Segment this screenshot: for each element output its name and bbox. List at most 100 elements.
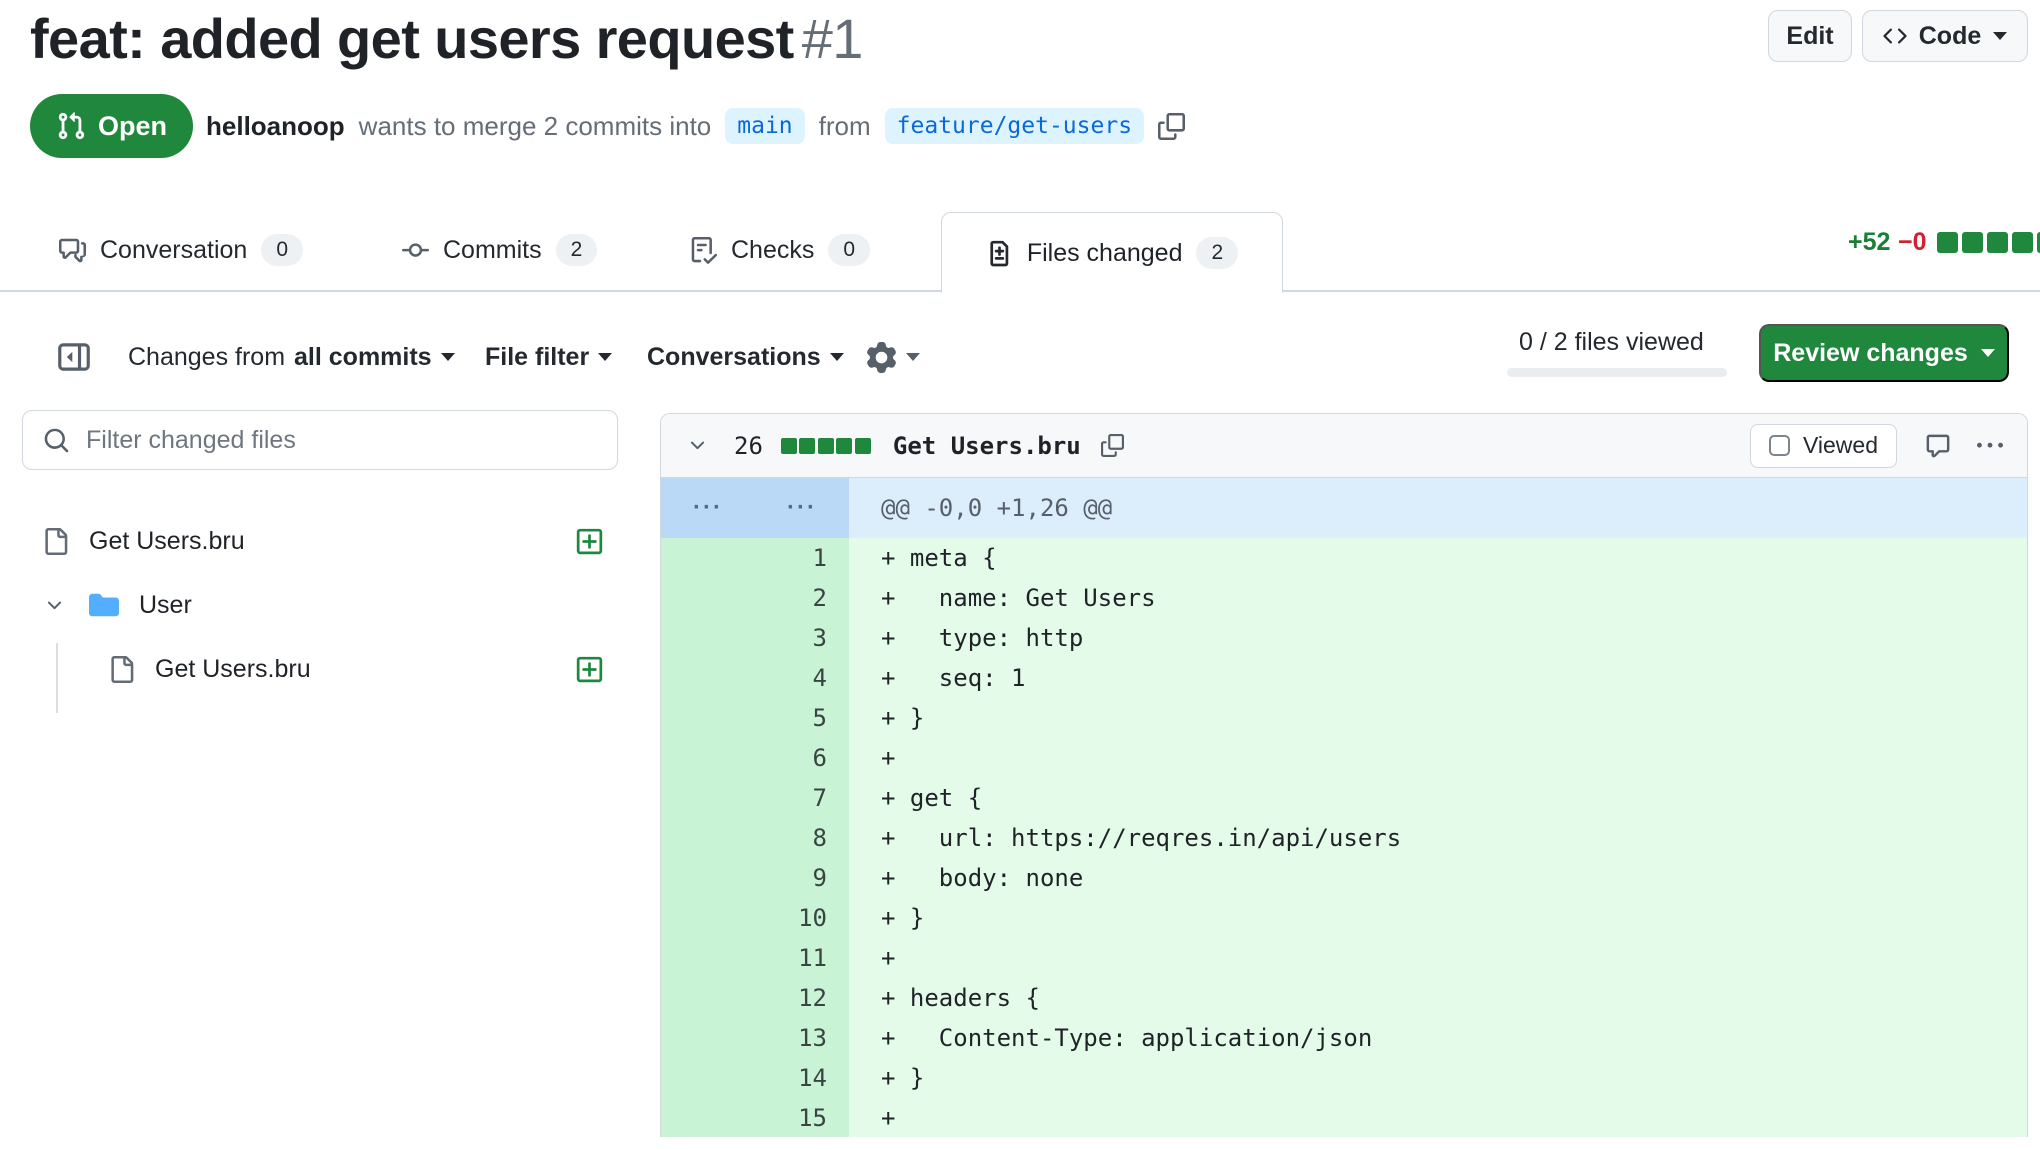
edit-button[interactable]: Edit — [1768, 10, 1852, 62]
chevron-down-icon — [1993, 32, 2007, 40]
diff-added-icon — [575, 655, 604, 684]
tab-commits[interactable]: Commits 2 — [402, 222, 597, 278]
diff-line[interactable]: 4+ seq: 1 — [661, 658, 2027, 698]
diff-line-number[interactable]: 3 — [661, 618, 849, 658]
merge-text: wants to merge 2 commits into — [359, 111, 712, 142]
diff-line[interactable]: 13+ Content-Type: application/json — [661, 1018, 2027, 1058]
diff-line[interactable]: 11+ — [661, 938, 2027, 978]
diff-line-number[interactable]: 5 — [661, 698, 849, 738]
hunk-range-text: @@ -0,0 +1,26 @@ — [849, 478, 2027, 538]
hunk-gutter: ··· ··· — [661, 478, 849, 538]
diff-filename[interactable]: Get Users.bru — [893, 432, 1081, 460]
diffstat-deletions: −0 — [1898, 228, 1927, 257]
tab-conversation[interactable]: Conversation 0 — [59, 222, 303, 278]
diff-line[interactable]: 3+ type: http — [661, 618, 2027, 658]
diff-line[interactable]: 9+ body: none — [661, 858, 2027, 898]
tree-item-folder[interactable]: User — [30, 581, 610, 629]
diff-line[interactable]: 15+ — [661, 1098, 2027, 1137]
diff-line-number[interactable]: 6 — [661, 738, 849, 778]
pr-title-text: feat: added get users request — [30, 7, 794, 70]
files-viewed-progressbar — [1507, 368, 1727, 377]
code-button-label: Code — [1919, 22, 1982, 51]
diff-line[interactable]: 10+ } — [661, 898, 2027, 938]
tab-checks-label: Checks — [731, 236, 814, 265]
viewed-checkbox[interactable] — [1769, 435, 1790, 456]
diff-line[interactable]: 1+ meta { — [661, 538, 2027, 578]
checklist-icon — [690, 237, 717, 264]
code-button[interactable]: Code — [1862, 10, 2028, 62]
diffstat-blocks — [1937, 232, 2040, 253]
diff-line-code: + } — [849, 698, 2027, 738]
diff-line-number[interactable]: 7 — [661, 778, 849, 818]
chevron-down-icon — [830, 353, 844, 361]
diff-line-number[interactable]: 8 — [661, 818, 849, 858]
chevron-down-icon — [906, 353, 920, 361]
changes-from-value: all commits — [294, 343, 432, 372]
file-filter-label: File filter — [485, 343, 589, 372]
pr-status-label: Open — [98, 111, 167, 142]
chevron-down-icon — [598, 353, 612, 361]
diff-line[interactable]: 14+ } — [661, 1058, 2027, 1098]
diff-line[interactable]: 8+ url: https://reqres.in/api/users — [661, 818, 2027, 858]
filter-changed-files-input[interactable] — [86, 426, 597, 455]
conversations-dropdown[interactable]: Conversations — [647, 322, 844, 392]
diff-line-code: + — [849, 1098, 2027, 1137]
diff-line[interactable]: 6+ — [661, 738, 2027, 778]
diff-line-number[interactable]: 2 — [661, 578, 849, 618]
file-icon — [42, 528, 69, 555]
base-branch-label[interactable]: main — [725, 108, 804, 144]
diff-line-code: + headers { — [849, 978, 2027, 1018]
diff-line-code: + get { — [849, 778, 2027, 818]
git-pull-request-icon — [56, 111, 86, 141]
diff-settings-dropdown[interactable] — [866, 322, 920, 392]
review-changes-button[interactable]: Review changes — [1759, 324, 2009, 382]
tab-checks[interactable]: Checks 0 — [690, 222, 870, 278]
diff-line[interactable]: 2+ name: Get Users — [661, 578, 2027, 618]
changes-from-dropdown[interactable]: Changes from all commits — [128, 322, 455, 392]
tab-files-changed[interactable]: Files changed 2 — [941, 212, 1283, 293]
pr-author[interactable]: helloanoop — [206, 111, 345, 142]
diff-line-number[interactable]: 12 — [661, 978, 849, 1018]
comment-discussion-icon — [59, 237, 86, 264]
diff-line-code: + } — [849, 1058, 2027, 1098]
tab-files-changed-label: Files changed — [1027, 239, 1183, 268]
diff-line-number[interactable]: 9 — [661, 858, 849, 898]
copy-branch-icon[interactable] — [1158, 113, 1185, 140]
diff-line-code: + Content-Type: application/json — [849, 1018, 2027, 1058]
tab-conversation-label: Conversation — [100, 236, 247, 265]
diff-line-number[interactable]: 11 — [661, 938, 849, 978]
diff-line-number[interactable]: 1 — [661, 538, 849, 578]
kebab-menu-icon[interactable] — [1977, 433, 2003, 459]
diff-line-code: + name: Get Users — [849, 578, 2027, 618]
copy-filename-icon[interactable] — [1101, 434, 1124, 457]
file-changes-count: 26 — [734, 432, 763, 460]
diff-line-number[interactable]: 14 — [661, 1058, 849, 1098]
diff-line[interactable]: 7+ get { — [661, 778, 2027, 818]
viewed-toggle-button[interactable]: Viewed — [1750, 424, 1897, 468]
diff-line-code: + } — [849, 898, 2027, 938]
collapse-sidebar-button[interactable] — [56, 322, 92, 392]
tree-item-file[interactable]: Get Users.bru — [30, 517, 610, 565]
sidebar-collapse-icon — [56, 340, 92, 374]
chevron-down-icon — [441, 353, 455, 361]
diff-line-number[interactable]: 10 — [661, 898, 849, 938]
head-branch-label[interactable]: feature/get-users — [885, 108, 1144, 144]
comment-icon[interactable] — [1925, 433, 1951, 459]
files-viewed-status: 0 / 2 files viewed — [1519, 328, 1704, 357]
file-diff-icon — [986, 240, 1013, 267]
file-filter-dropdown[interactable]: File filter — [485, 322, 612, 392]
expand-diff-dots[interactable]: ··· — [755, 478, 849, 538]
expand-diff-dots[interactable]: ··· — [661, 478, 755, 538]
git-commit-icon — [402, 237, 429, 264]
diff-line-number[interactable]: 13 — [661, 1018, 849, 1058]
collapse-file-chevron-icon[interactable] — [687, 435, 708, 456]
tab-files-changed-count: 2 — [1196, 237, 1238, 269]
diff-line[interactable]: 5+ } — [661, 698, 2027, 738]
diff-line-code: + — [849, 938, 2027, 978]
chevron-down-icon — [44, 595, 65, 616]
diff-line-number[interactable]: 15 — [661, 1098, 849, 1137]
tree-item-file-nested[interactable]: Get Users.bru — [30, 645, 610, 693]
diff-line[interactable]: 12+ headers { — [661, 978, 2027, 1018]
diff-line-number[interactable]: 4 — [661, 658, 849, 698]
file-filter-searchbox[interactable] — [22, 410, 618, 470]
